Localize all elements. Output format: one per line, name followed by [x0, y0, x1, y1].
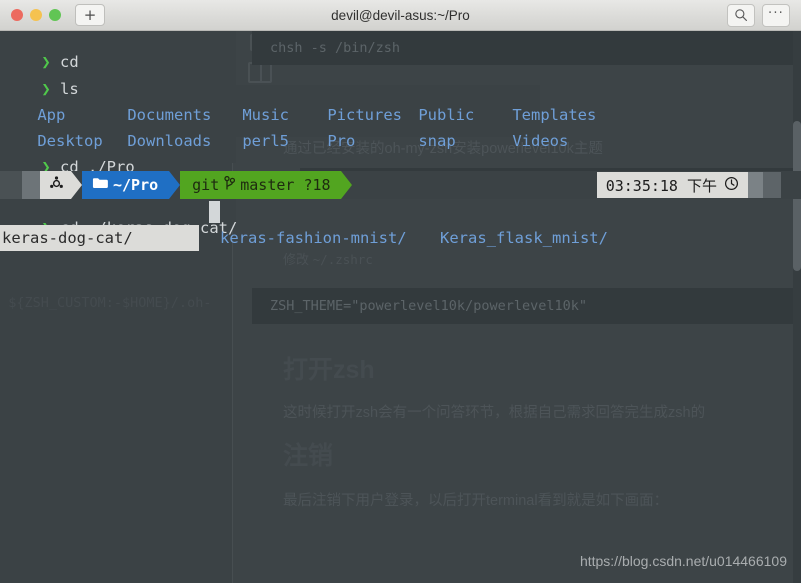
prompt-time-segment: 03:35:18 下午: [596, 172, 748, 198]
window-title: devil@devil-asus:~/Pro: [331, 7, 470, 23]
search-button[interactable]: [727, 3, 755, 27]
prompt-separator: [340, 171, 352, 199]
heading-open-zsh: 打开zsh: [283, 356, 375, 384]
ellipsis-icon: ···: [768, 5, 784, 21]
prompt-git-dirty-count: ?18: [303, 176, 331, 194]
completion-item-selected[interactable]: keras-dog-cat/: [0, 225, 199, 251]
clock-icon: [724, 176, 739, 195]
ls-entry: perl5: [242, 131, 289, 150]
prompt-separator: [71, 171, 82, 199]
folder-icon: [92, 176, 109, 194]
ls-entry: Pro: [327, 131, 356, 150]
powerlevel10k-prompt-bar: ~/Pro git master ?18 03:35:18 下午: [0, 171, 801, 199]
code-block-zsh-theme: ZSH_THEME="powerlevel10k/powerlevel10k": [252, 288, 801, 324]
paragraph-logout: 最后注销下用户登录，以后打开terminal看到就是如下画面：: [283, 493, 669, 509]
ls-entry: snap: [418, 131, 456, 150]
completion-menu[interactable]: keras-dog-cat/ keras-fashion-mnist/ Kera…: [0, 225, 640, 251]
git-branch-icon: [224, 175, 236, 195]
heading-logout: 注销: [283, 442, 334, 470]
terminal-overlay[interactable]: ❯ cd ❯ ls App Documents Music Pictures Publi…: [0, 31, 801, 265]
prompt-git-segment: git master ?18: [180, 171, 341, 199]
ls-entry: Downloads: [127, 131, 212, 150]
prompt-git-branch: master: [240, 176, 295, 194]
ubuntu-logo-icon: [49, 175, 64, 195]
prompt-directory-text: ~/Pro: [113, 176, 159, 194]
search-icon: [734, 8, 748, 22]
prompt-left-pad-2: [22, 171, 40, 199]
prompt-left-pad: [0, 171, 22, 199]
paragraph-open-zsh: 这时候打开zsh会有一个问答环节，根据自己需求回答完生成zsh的: [283, 405, 706, 421]
prompt-separator: [169, 171, 181, 199]
prompt-right-pad: [748, 172, 781, 198]
text-cursor: [209, 201, 220, 223]
left-code-fragment: t ${ZSH_CUSTOM:-$HOME}/.oh-: [0, 295, 212, 311]
completion-item[interactable]: Keras_flask_mnist/: [440, 225, 608, 251]
prompt-directory-segment: ~/Pro: [82, 171, 170, 199]
overflow-menu-button[interactable]: ···: [762, 3, 790, 27]
window-titlebar: + devil@devil-asus:~/Pro ···: [0, 0, 801, 31]
watermark-url: https://blog.csdn.net/u014466109: [579, 553, 787, 569]
prompt-git-label: git: [192, 176, 220, 194]
completion-item[interactable]: keras-fashion-mnist/: [220, 225, 407, 251]
prompt-time-text: 03:35:18 下午: [605, 176, 717, 195]
prompt-os-segment: [40, 171, 71, 199]
ls-entry: Videos: [512, 131, 569, 150]
